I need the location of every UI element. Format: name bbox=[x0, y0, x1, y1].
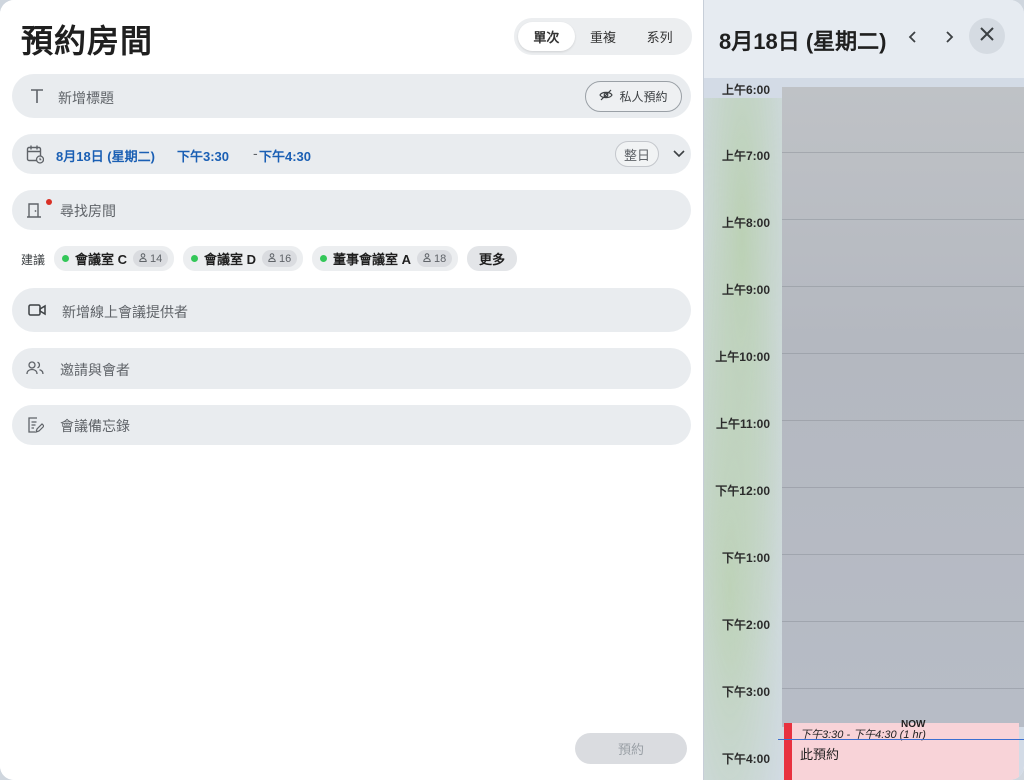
tab-single[interactable]: 單次 bbox=[518, 22, 575, 51]
hour-line bbox=[782, 621, 1024, 622]
required-indicator bbox=[46, 199, 52, 205]
person-icon bbox=[139, 252, 147, 265]
private-booking-label: 私人預約 bbox=[619, 90, 668, 104]
hour-line bbox=[782, 688, 1024, 689]
tab-series[interactable]: 系列 bbox=[631, 22, 688, 51]
online-provider-placeholder: 新增線上會議提供者 bbox=[62, 304, 188, 320]
all-day-toggle[interactable]: 整日 bbox=[615, 141, 659, 167]
date-value[interactable]: 8月18日 (星期二) bbox=[56, 146, 155, 165]
time-label: 下午1:00 bbox=[721, 551, 770, 565]
online-provider-field[interactable]: 新增線上會議提供者 bbox=[12, 288, 691, 332]
day-calendar-panel: 上午6:00 上午7:00 上午8:00 上午9:00 上午10:00 上午11… bbox=[703, 0, 1024, 780]
person-icon bbox=[423, 252, 431, 265]
time-label: 上午7:00 bbox=[721, 149, 770, 163]
room-name: 董事會議室 A bbox=[333, 252, 412, 267]
time-label: 下午12:00 bbox=[715, 484, 770, 498]
suggestion-chip-boardroom-a[interactable]: 董事會議室 A 18 bbox=[312, 246, 459, 271]
notes-placeholder: 會議備忘錄 bbox=[60, 418, 130, 434]
booking-form: 預約房間 單次 重複 系列 新增標題 私人預約 8月18日 (星期二) 下午3:… bbox=[0, 0, 703, 780]
datetime-field[interactable]: 8月18日 (星期二) 下午3:30 - 下午4:30 整日 bbox=[12, 134, 691, 174]
capacity-badge: 18 bbox=[417, 250, 453, 267]
hour-line bbox=[782, 420, 1024, 421]
book-button[interactable]: 預約 bbox=[575, 733, 687, 764]
door-icon bbox=[26, 201, 42, 219]
calendar-header: 8月18日 (星期二) bbox=[704, 0, 1024, 78]
tab-repeat[interactable]: 重複 bbox=[575, 22, 632, 51]
hour-line bbox=[782, 353, 1024, 354]
capacity-badge: 16 bbox=[262, 250, 298, 267]
capacity-count: 16 bbox=[279, 252, 292, 265]
close-icon bbox=[979, 26, 995, 47]
person-icon bbox=[268, 252, 276, 265]
end-time-value[interactable]: 下午4:30 bbox=[259, 146, 311, 165]
available-dot bbox=[62, 255, 69, 262]
available-dot bbox=[320, 255, 327, 262]
hour-line bbox=[782, 219, 1024, 220]
room-name: 會議室 D bbox=[204, 252, 257, 267]
meeting-notes-field[interactable]: 會議備忘錄 bbox=[12, 405, 691, 445]
recurrence-segmented-control: 單次 重複 系列 bbox=[514, 18, 692, 55]
capacity-count: 18 bbox=[434, 252, 447, 265]
calendar-date-title: 8月18日 (星期二) bbox=[719, 29, 887, 54]
suggestions-label: 建議 bbox=[21, 253, 46, 267]
chevron-down-icon[interactable] bbox=[672, 146, 686, 160]
available-dot bbox=[191, 255, 198, 262]
room-name: 會議室 C bbox=[75, 252, 128, 267]
private-booking-button[interactable]: 私人預約 bbox=[585, 81, 682, 112]
close-button[interactable] bbox=[969, 18, 1005, 54]
time-separator: - bbox=[253, 145, 258, 161]
hour-line bbox=[782, 152, 1024, 153]
text-icon bbox=[30, 86, 44, 106]
calendar-clock-icon bbox=[26, 144, 44, 164]
page-title: 預約房間 bbox=[21, 23, 154, 59]
invite-placeholder: 邀請與會者 bbox=[60, 362, 130, 378]
capacity-badge: 14 bbox=[133, 250, 169, 267]
start-time-value[interactable]: 下午3:30 bbox=[177, 146, 229, 165]
chevron-right-icon[interactable] bbox=[940, 28, 958, 46]
note-edit-icon bbox=[26, 416, 44, 434]
time-label: 下午2:00 bbox=[721, 618, 770, 632]
this-booking-event[interactable]: 下午3:30 - 下午4:30 (1 hr) 此預約 bbox=[784, 723, 1019, 780]
calendar-timeline[interactable]: 上午6:00 上午7:00 上午8:00 上午9:00 上午10:00 上午11… bbox=[704, 78, 1024, 780]
eye-off-icon bbox=[599, 89, 614, 104]
room-search-field[interactable]: 尋找房間 bbox=[12, 190, 691, 230]
now-indicator-line bbox=[778, 739, 1024, 740]
time-label: 下午3:00 bbox=[721, 685, 770, 699]
time-label: 下午4:00 bbox=[721, 752, 770, 766]
title-placeholder: 新增標題 bbox=[58, 90, 114, 106]
room-placeholder: 尋找房間 bbox=[60, 203, 116, 219]
booking-dialog: 預約房間 單次 重複 系列 新增標題 私人預約 8月18日 (星期二) 下午3:… bbox=[0, 0, 1024, 780]
busy-block bbox=[782, 87, 1024, 727]
time-label: 上午6:00 bbox=[721, 83, 770, 97]
chevron-left-icon[interactable] bbox=[904, 28, 922, 46]
title-field[interactable]: 新增標題 私人預約 bbox=[12, 74, 691, 118]
suggestion-chip-room-d[interactable]: 會議室 D 16 bbox=[183, 246, 304, 271]
time-label: 上午8:00 bbox=[721, 216, 770, 230]
people-icon bbox=[26, 360, 44, 376]
now-label: NOW bbox=[901, 719, 926, 730]
more-rooms-button[interactable]: 更多 bbox=[467, 246, 517, 271]
suggestion-chip-room-c[interactable]: 會議室 C 14 bbox=[54, 246, 175, 271]
time-label: 上午9:00 bbox=[721, 283, 770, 297]
hour-line bbox=[782, 286, 1024, 287]
capacity-count: 14 bbox=[150, 252, 163, 265]
video-camera-icon bbox=[28, 302, 46, 318]
hour-line bbox=[782, 487, 1024, 488]
event-title: 此預約 bbox=[800, 747, 840, 762]
invite-attendees-field[interactable]: 邀請與會者 bbox=[12, 348, 691, 389]
hour-line bbox=[782, 554, 1024, 555]
time-label: 上午10:00 bbox=[715, 350, 770, 364]
time-label: 上午11:00 bbox=[715, 417, 770, 431]
